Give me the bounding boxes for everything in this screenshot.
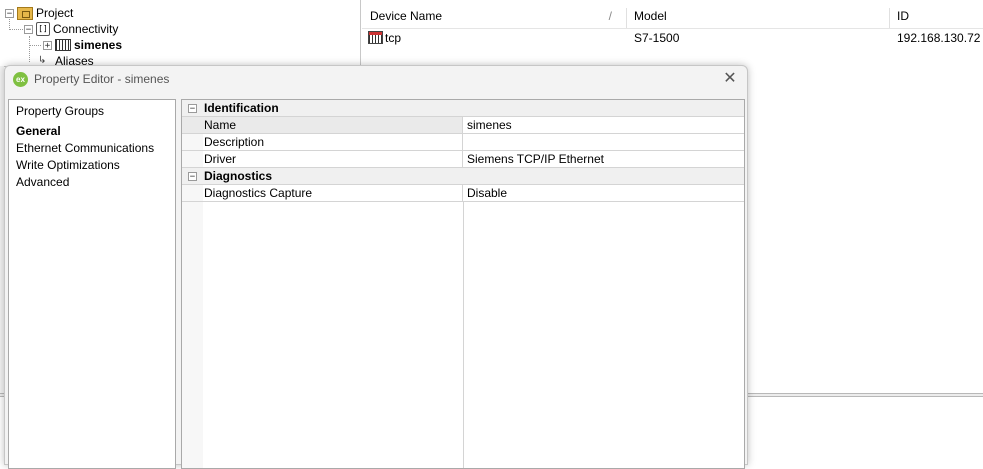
group-ethernet-communications[interactable]: Ethernet Communications — [16, 140, 154, 157]
property-row-description[interactable]: Description — [182, 134, 744, 151]
property-name: Diagnostics Capture — [182, 185, 463, 201]
tree-label-connectivity: Connectivity — [53, 22, 119, 36]
collapse-icon[interactable]: − — [24, 24, 33, 34]
tree-label-device: simenes — [74, 38, 123, 52]
dialog-title-bar[interactable]: ex Property Editor - simenes ✕ — [5, 66, 747, 93]
tree-label-project: Project — [36, 6, 74, 20]
dialog-title: Property Editor - simenes — [34, 72, 170, 86]
property-name: Driver — [182, 151, 463, 167]
device-icon — [55, 39, 71, 51]
group-advanced[interactable]: Advanced — [16, 174, 69, 191]
sort-icon: / — [608, 9, 612, 23]
tree-node-project[interactable]: − Project — [5, 5, 73, 21]
expand-icon[interactable]: + — [43, 40, 52, 50]
property-row-diagnostics-capture[interactable]: Diagnostics Capture Disable — [182, 185, 744, 202]
tree-node-connectivity[interactable]: − [] Connectivity — [24, 21, 118, 37]
property-grid: − Identification Name simenes Descriptio… — [181, 99, 745, 469]
property-editor-dialog: ex Property Editor - simenes ✕ Property … — [4, 65, 748, 469]
column-model[interactable]: Model — [626, 4, 890, 28]
column-id[interactable]: ID — [889, 4, 983, 28]
group-write-optimizations[interactable]: Write Optimizations — [16, 157, 120, 174]
column-label: ID — [897, 9, 909, 23]
category-diagnostics[interactable]: − Diagnostics — [182, 168, 744, 185]
table-row[interactable]: tcp — [362, 30, 624, 46]
tree-node-device[interactable]: + simenes — [43, 37, 122, 53]
row-device-name: tcp — [385, 31, 402, 45]
collapse-icon[interactable]: − — [188, 104, 197, 114]
property-groups-heading: Property Groups — [16, 104, 105, 118]
property-name: Description — [182, 134, 463, 150]
project-tree: − Project − [] Connectivity + simenes ↳ … — [0, 0, 361, 68]
collapse-icon[interactable]: − — [188, 172, 197, 182]
property-groups-panel: Property Groups General Ethernet Communi… — [8, 99, 176, 469]
property-value[interactable]: Disable — [467, 185, 507, 201]
row-model: S7-1500 — [634, 31, 680, 45]
list-header: Device Name / Model ID — [362, 4, 983, 29]
property-row-name[interactable]: Name simenes — [182, 117, 744, 134]
connectivity-icon: [] — [36, 22, 50, 36]
tcp-channel-icon — [368, 31, 383, 44]
column-label: Device Name — [370, 9, 443, 23]
app-logo-icon: ex — [13, 72, 28, 87]
category-identification[interactable]: − Identification — [182, 100, 744, 117]
group-general[interactable]: General — [16, 123, 61, 140]
category-title: Diagnostics — [204, 169, 273, 183]
close-icon[interactable]: ✕ — [721, 70, 739, 88]
property-value[interactable]: Siemens TCP/IP Ethernet — [467, 151, 604, 167]
property-row-driver[interactable]: Driver Siemens TCP/IP Ethernet — [182, 151, 744, 168]
column-divider[interactable] — [463, 202, 464, 468]
collapse-icon[interactable]: − — [5, 8, 14, 18]
category-title: Identification — [204, 101, 279, 115]
property-name: Name — [182, 117, 463, 133]
column-label: Model — [634, 9, 667, 23]
row-id: 192.168.130.72 — [897, 31, 981, 45]
project-folder-icon — [17, 6, 33, 20]
property-value[interactable]: simenes — [467, 117, 512, 133]
column-device-name[interactable]: Device Name / — [362, 4, 624, 28]
